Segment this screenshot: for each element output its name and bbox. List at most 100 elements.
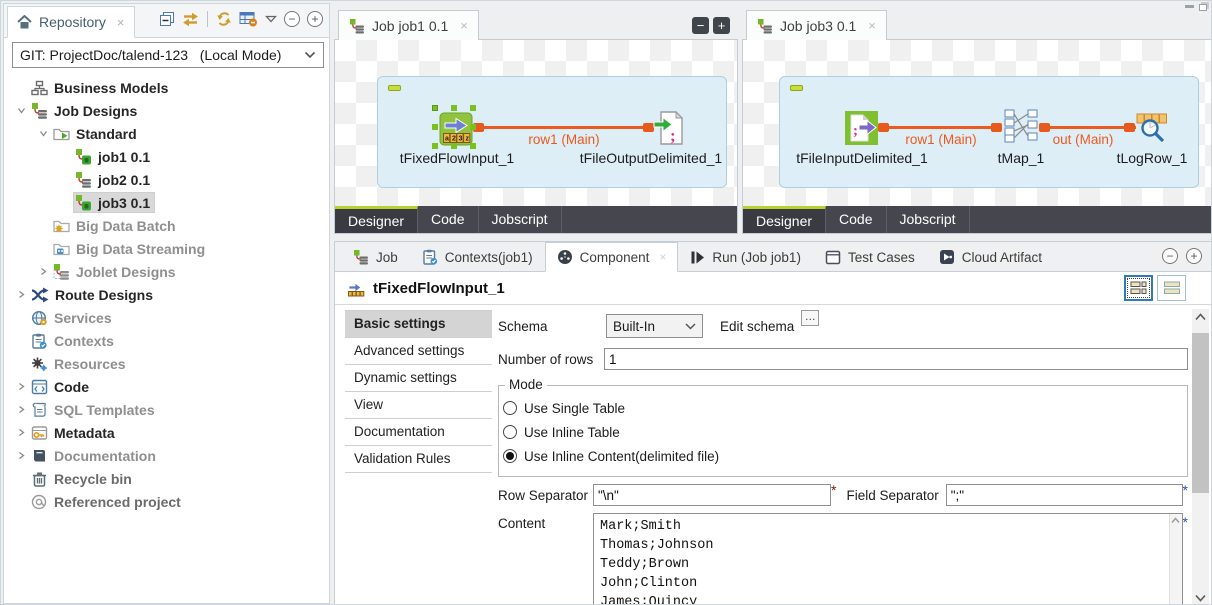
maximize-icon[interactable]: +: [307, 11, 323, 27]
node-tmap[interactable]: [1002, 108, 1040, 144]
node-tfileoutputdelimited[interactable]: ;: [653, 110, 684, 146]
radio-use-single-table[interactable]: Use Single Table: [503, 396, 1187, 420]
tree-item-code[interactable]: Code: [4, 375, 328, 398]
tree-item-referenced-project[interactable]: Referenced project: [4, 490, 328, 513]
node-label[interactable]: tFixedFlowInput_1: [400, 150, 514, 166]
tree-item-big-data-batch[interactable]: Big Data Batch: [4, 214, 328, 237]
selection-handles[interactable]: [432, 105, 438, 111]
tree-item-services[interactable]: Services: [4, 306, 328, 329]
view-menu-icon[interactable]: [265, 15, 277, 23]
connection-label[interactable]: row1 (Main): [528, 132, 599, 147]
tree-item-job1[interactable]: job1 0.1: [4, 145, 328, 168]
tab-run[interactable]: Run (Job job1): [678, 242, 813, 272]
radio-icon[interactable]: [503, 425, 517, 439]
node-label[interactable]: tLogRow_1: [1117, 150, 1188, 166]
maximize-icon[interactable]: +: [1186, 248, 1202, 264]
view-tab-jobscript[interactable]: Jobscript: [479, 206, 562, 233]
close-icon[interactable]: ×: [868, 18, 876, 33]
tree-item-recycle-bin[interactable]: Recycle bin: [4, 467, 328, 490]
menu-dynamic-settings[interactable]: Dynamic settings: [345, 365, 492, 392]
minimize-icon[interactable]: −: [1162, 248, 1178, 264]
close-icon[interactable]: ×: [117, 15, 125, 30]
tree-item-job2[interactable]: job2 0.1: [4, 168, 328, 191]
chevron-right-icon[interactable]: [12, 382, 30, 391]
radio-icon[interactable]: [503, 401, 517, 415]
row-separator-input[interactable]: [593, 484, 831, 506]
node-label[interactable]: tMap_1: [998, 150, 1045, 166]
radio-use-inline-content[interactable]: Use Inline Content(delimited file): [503, 444, 1187, 468]
chevron-down-icon[interactable]: [12, 106, 30, 115]
scrollbar-thumb[interactable]: [1192, 333, 1209, 493]
tab-repository[interactable]: Repository ×: [7, 6, 135, 38]
tree-item-contexts[interactable]: Contexts: [4, 329, 328, 352]
field-separator-input[interactable]: [945, 484, 1183, 506]
tree-item-documentation[interactable]: Documentation: [4, 444, 328, 467]
tree-item-metadata[interactable]: Metadata: [4, 421, 328, 444]
job1-design-canvas[interactable]: row1 (Main) a23z tFixedFlowInput_1 ; tFi…: [335, 40, 737, 206]
tree-item-route-designs[interactable]: Route Designs: [4, 283, 328, 306]
schema-select[interactable]: Built-In: [606, 314, 703, 338]
tree-item-big-data-streaming[interactable]: Big Data Streaming: [4, 237, 328, 260]
menu-documentation[interactable]: Documentation: [345, 419, 492, 446]
view-tab-designer[interactable]: Designer: [335, 206, 419, 233]
scroll-down-icon[interactable]: [1192, 594, 1209, 602]
view-tab-code[interactable]: Code: [418, 206, 479, 233]
chevron-right-icon[interactable]: [12, 451, 30, 460]
connection-row1[interactable]: [476, 126, 652, 129]
node-tfixedflowinput[interactable]: a23z: [432, 105, 473, 146]
edit-schema-ellipsis-button[interactable]: …: [801, 310, 820, 326]
tab-job[interactable]: Job: [341, 242, 410, 272]
view-tab-jobscript[interactable]: Jobscript: [887, 206, 970, 233]
chevron-right-icon[interactable]: [12, 290, 30, 299]
sync-branches-icon[interactable]: [182, 12, 199, 27]
tree-item-job3[interactable]: job3 0.1: [4, 191, 328, 214]
project-branch-selector[interactable]: GIT: ProjectDoc/talend-123 (Local Mode): [12, 42, 324, 68]
tree-item-joblet-designs[interactable]: Joblet Designs: [4, 260, 328, 283]
grid-layout-toggle[interactable]: [1124, 275, 1153, 301]
minimize-icon[interactable]: −: [284, 11, 300, 27]
chevron-down-icon[interactable]: [34, 129, 52, 138]
chevron-right-icon[interactable]: [34, 267, 52, 276]
list-layout-toggle[interactable]: [1157, 275, 1186, 301]
radio-use-inline-table[interactable]: Use Inline Table: [503, 420, 1187, 444]
view-tab-designer[interactable]: Designer: [743, 206, 827, 233]
tab-job-job3[interactable]: Job job3 0.1 ×: [746, 10, 887, 40]
tree-item-job-designs[interactable]: Job Designs: [4, 99, 328, 122]
menu-validation-rules[interactable]: Validation Rules: [345, 446, 492, 473]
node-label[interactable]: tFileInputDelimited_1: [796, 150, 928, 166]
scroll-up-icon[interactable]: [1192, 313, 1209, 321]
job3-design-canvas[interactable]: row1 (Main) out (Main) ; tFileInputDelim…: [743, 40, 1211, 206]
menu-view[interactable]: View: [345, 392, 492, 419]
subjob-collapse-toggle[interactable]: [790, 85, 803, 91]
close-icon[interactable]: ×: [659, 250, 666, 264]
connection-label[interactable]: row1 (Main): [905, 132, 976, 147]
tree-item-sql-templates[interactable]: SQL Templates: [4, 398, 328, 421]
restore-icon[interactable]: [1199, 4, 1207, 11]
view-tab-code[interactable]: Code: [826, 206, 887, 233]
connection-out[interactable]: [1040, 126, 1136, 129]
vertical-scrollbar[interactable]: [1192, 309, 1209, 604]
tree-item-business-models[interactable]: Business Models: [4, 76, 328, 99]
tab-cloud-artifact[interactable]: Cloud Artifact: [927, 242, 1054, 272]
minimize-icon[interactable]: [1185, 5, 1194, 8]
chevron-right-icon[interactable]: [12, 405, 30, 414]
table-status-icon[interactable]: [239, 11, 258, 27]
minimize-icon[interactable]: −: [692, 17, 709, 34]
connection-label[interactable]: out (Main): [1053, 132, 1114, 147]
subjob-collapse-toggle[interactable]: [388, 85, 401, 91]
connection-row1[interactable]: [880, 126, 1002, 129]
node-tlogrow[interactable]: [1136, 112, 1168, 144]
content-textarea[interactable]: Mark;Smith Thomas;Johnson Teddy;Brown Jo…: [594, 514, 1182, 604]
radio-icon[interactable]: [503, 449, 517, 463]
maximize-icon[interactable]: +: [713, 17, 730, 34]
menu-advanced-settings[interactable]: Advanced settings: [345, 338, 492, 365]
collapse-all-icon[interactable]: [159, 11, 175, 27]
chevron-right-icon[interactable]: [12, 428, 30, 437]
number-of-rows-input[interactable]: [604, 348, 1188, 370]
content-scrollbar[interactable]: [1168, 514, 1182, 604]
refresh-icon[interactable]: [216, 11, 232, 27]
node-tfileinputdelimited[interactable]: ;: [845, 110, 879, 146]
tree-item-resources[interactable]: Resources: [4, 352, 328, 375]
tree-item-standard[interactable]: Standard: [4, 122, 328, 145]
tab-contexts[interactable]: Contexts(job1): [410, 242, 545, 272]
